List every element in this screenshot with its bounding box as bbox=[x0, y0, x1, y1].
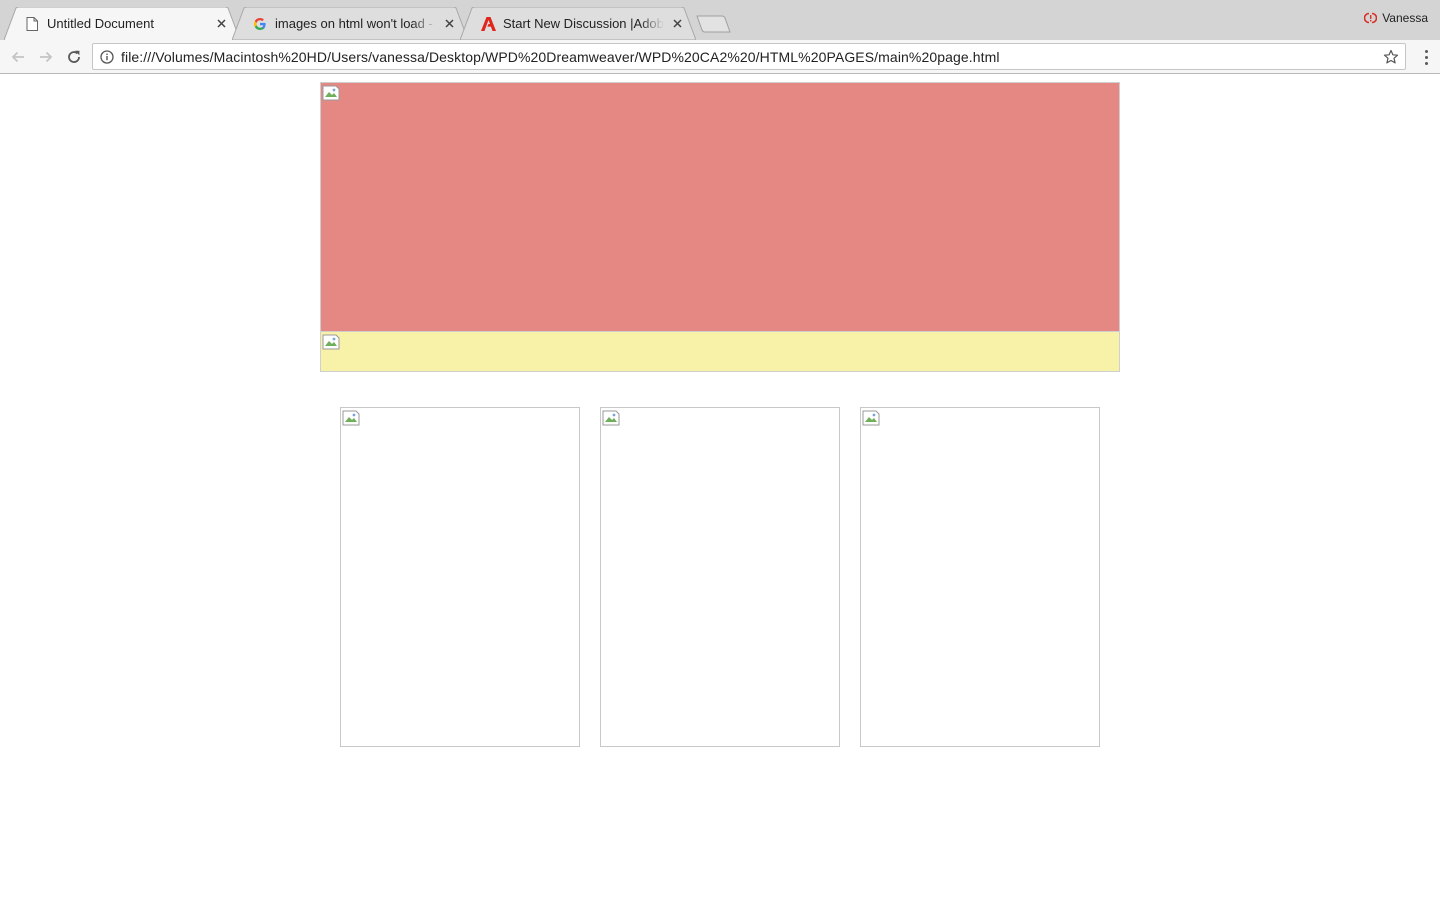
address-bar[interactable]: file:///Volumes/Macintosh%20HD/Users/van… bbox=[92, 43, 1406, 70]
thumbnail-image-1[interactable] bbox=[340, 407, 580, 747]
page-viewport bbox=[0, 75, 1440, 900]
tab-untitled-document[interactable]: Untitled Document bbox=[4, 7, 240, 40]
tab-title: Start New Discussion |Adobe Community bbox=[503, 16, 664, 31]
profile-name: Vanessa bbox=[1382, 11, 1428, 25]
tab-title: images on html won't load - Google Searc… bbox=[275, 16, 436, 31]
broken-image-icon bbox=[602, 410, 620, 426]
tab-title: Untitled Document bbox=[47, 16, 154, 31]
browser-toolbar: file:///Volumes/Macintosh%20HD/Users/van… bbox=[0, 40, 1440, 74]
thumbnail-image-2[interactable] bbox=[600, 407, 840, 747]
broken-image-icon bbox=[862, 410, 880, 426]
tab-google-search[interactable]: images on html won't load - Google Searc… bbox=[232, 7, 468, 40]
thumbnail-image-3[interactable] bbox=[860, 407, 1100, 747]
tab-strip: Untitled Document images on html won't l… bbox=[0, 0, 1440, 40]
banner-image bbox=[320, 82, 1120, 332]
tab-adobe-community[interactable]: Start New Discussion |Adobe Community bbox=[460, 7, 696, 40]
broken-image-icon bbox=[322, 334, 340, 350]
nav-bar-image bbox=[320, 331, 1120, 372]
new-tab-button[interactable] bbox=[696, 15, 732, 33]
broken-image-icon bbox=[342, 410, 360, 426]
url-text[interactable]: file:///Volumes/Macintosh%20HD/Users/van… bbox=[121, 49, 1381, 65]
info-icon[interactable] bbox=[99, 49, 115, 65]
forward-button[interactable] bbox=[34, 45, 58, 69]
sync-error-icon bbox=[1364, 12, 1378, 24]
page-icon bbox=[24, 16, 40, 32]
close-tab-icon[interactable] bbox=[670, 17, 684, 31]
close-tab-icon[interactable] bbox=[442, 17, 456, 31]
close-tab-icon[interactable] bbox=[214, 17, 228, 31]
back-button[interactable] bbox=[6, 45, 30, 69]
google-icon bbox=[252, 16, 268, 32]
profile-button[interactable]: Vanessa bbox=[1364, 11, 1428, 25]
browser-menu-icon[interactable] bbox=[1420, 48, 1432, 66]
bookmark-star-icon[interactable] bbox=[1381, 47, 1401, 67]
adobe-icon bbox=[480, 16, 496, 32]
broken-image-icon bbox=[322, 85, 340, 101]
reload-button[interactable] bbox=[62, 45, 86, 69]
